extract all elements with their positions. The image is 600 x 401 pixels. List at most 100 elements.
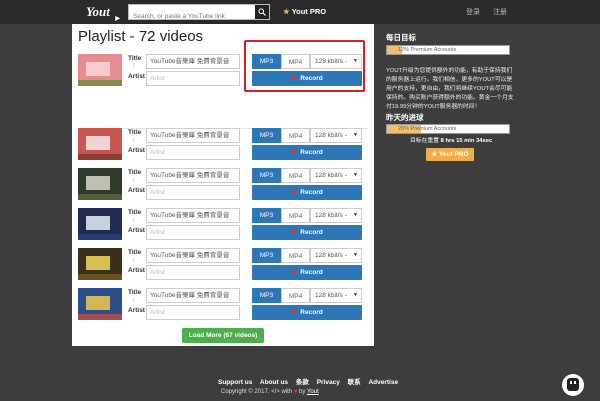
record-button[interactable]: Record (252, 305, 362, 320)
label-separator: | (133, 257, 135, 263)
register-link[interactable]: 注册 (493, 7, 507, 17)
yout-pro-link[interactable]: ★ Yout PRO (283, 7, 326, 16)
artist-input[interactable]: Artist (146, 265, 240, 280)
search-box (128, 4, 270, 24)
heart-icon: ♥ (293, 389, 298, 395)
title-input[interactable]: YouTube音樂庫 免費背景音 (146, 54, 240, 69)
mp4-format-button[interactable]: MP4 (281, 248, 310, 263)
record-button[interactable]: Record (252, 265, 362, 280)
record-dot-icon (291, 269, 297, 274)
footer-link-terms[interactable]: 条款 (296, 379, 309, 386)
footer-link-about[interactable]: About us (260, 379, 288, 386)
goal-countdown: 目标在重置 8 hrs 15 min 34sec (410, 135, 492, 144)
sidebar-pro-label: Yout PRO (438, 151, 469, 158)
mp4-format-button[interactable]: MP4 (281, 168, 310, 183)
caret-down-icon: ▼ (353, 132, 358, 138)
search-input[interactable] (129, 9, 253, 24)
title-input[interactable]: YouTube音樂庫 免費背景音 (146, 128, 240, 143)
mp4-format-button[interactable]: MP4 (281, 208, 310, 223)
search-icon (258, 8, 266, 16)
footer-links: Support us About us 条款 Privacy 联系 Advert… (218, 376, 404, 386)
footer-link-advertise[interactable]: Advertise (368, 379, 398, 386)
mp4-format-button[interactable]: MP4 (281, 288, 310, 303)
label-separator: | (133, 137, 135, 143)
logo-text: Yout (86, 4, 110, 19)
top-navbar: Yout▶ ★ Yout PRO 登录 注册 (0, 0, 600, 24)
artist-input[interactable]: Artist (146, 225, 240, 240)
caret-down-icon: ▼ (353, 252, 358, 258)
countdown-prefix: 目标在重置 (410, 138, 439, 144)
video-thumbnail[interactable] (78, 128, 122, 160)
bitrate-select[interactable]: 128 kbit/s - ▼ (310, 288, 362, 303)
artist-label: Artist (128, 73, 145, 80)
countdown-value: 8 hrs 15 min 34sec (440, 138, 493, 144)
artist-input[interactable]: Artist (146, 71, 240, 86)
video-thumbnail[interactable] (78, 288, 122, 320)
mp3-format-button[interactable]: MP3 (252, 168, 281, 183)
video-thumbnail[interactable] (78, 54, 122, 86)
title-label: Title (128, 289, 142, 296)
mp3-format-button[interactable]: MP3 (252, 248, 281, 263)
footer-link-contact[interactable]: 联系 (348, 379, 361, 386)
mp3-format-button[interactable]: MP3 (252, 128, 281, 143)
artist-label: Artist (128, 307, 145, 314)
footer-link-support[interactable]: Support us (218, 379, 252, 386)
title-input[interactable]: YouTube音樂庫 免費背景音 (146, 168, 240, 183)
playlist-title: Playlist - 72 videos (78, 28, 204, 45)
bitrate-value: 128 kbit/s - (315, 252, 347, 259)
record-label: Record (300, 309, 323, 316)
chat-face-icon (567, 378, 579, 391)
title-input[interactable]: YouTube音樂庫 免費背景音 (146, 208, 240, 223)
bitrate-value: 128 kbit/s - (315, 212, 347, 219)
title-input[interactable]: YouTube音樂庫 免費背景音 (146, 288, 240, 303)
sidebar-pro-button[interactable]: ★ Yout PRO (426, 148, 474, 161)
playlist-item: Title | Artist YouTube音樂庫 免費背景音 Artist M… (72, 288, 374, 324)
record-label: Record (300, 229, 323, 236)
bitrate-select[interactable]: 128 kbit/s - ▼ (310, 248, 362, 263)
title-label: Title (128, 209, 142, 216)
star-icon: ★ (283, 7, 290, 16)
artist-input[interactable]: Artist (146, 185, 240, 200)
video-thumbnail[interactable] (78, 168, 122, 200)
playlist-item: Title | Artist YouTube音樂庫 免費背景音 Artist M… (72, 208, 374, 244)
mp3-format-button[interactable]: MP3 (252, 208, 281, 223)
copyright-brand-link[interactable]: Yout (307, 389, 319, 395)
daily-goal-bar-text: 12% Premium Accounts (398, 47, 457, 53)
record-button[interactable]: Record (252, 185, 362, 200)
bitrate-select[interactable]: 128 kbit/s - ▼ (310, 168, 362, 183)
login-link[interactable]: 登录 (466, 7, 480, 17)
bitrate-select[interactable]: 128 kbit/s - ▼ (310, 208, 362, 223)
record-label: Record (300, 269, 323, 276)
artist-label: Artist (128, 147, 145, 154)
footer-link-privacy[interactable]: Privacy (317, 379, 340, 386)
title-input[interactable]: YouTube音樂庫 免費背景音 (146, 248, 240, 263)
artist-input[interactable]: Artist (146, 305, 240, 320)
title-label: Title (128, 55, 142, 62)
record-button[interactable]: Record (252, 225, 362, 240)
bitrate-select[interactable]: 128 kbit/s - ▼ (310, 128, 362, 143)
yout-logo[interactable]: Yout ▶ (86, 4, 120, 22)
mp4-format-button[interactable]: MP4 (281, 128, 310, 143)
video-thumbnail[interactable] (78, 248, 122, 280)
load-more-button[interactable]: Load More (67 videos) (182, 328, 264, 343)
artist-input[interactable]: Artist (146, 145, 240, 160)
record-dot-icon (291, 229, 297, 234)
label-separator: | (133, 63, 135, 69)
caret-down-icon: ▼ (353, 292, 358, 298)
video-thumbnail[interactable] (78, 208, 122, 240)
chat-widget-button[interactable] (562, 374, 584, 396)
search-button[interactable] (255, 5, 269, 19)
copyright-by: by (299, 389, 306, 395)
highlight-annotation-box (244, 40, 365, 92)
artist-label: Artist (128, 227, 145, 234)
label-separator: | (133, 177, 135, 183)
record-label: Record (300, 149, 323, 156)
title-label: Title (128, 169, 142, 176)
caret-down-icon: ▼ (353, 212, 358, 218)
daily-goal-progress: 12% Premium Accounts (386, 45, 510, 55)
yesterday-bar-text: 28% Premium Accounts (398, 126, 457, 132)
record-button[interactable]: Record (252, 145, 362, 160)
caret-down-icon: ▼ (353, 172, 358, 178)
record-dot-icon (291, 149, 297, 154)
mp3-format-button[interactable]: MP3 (252, 288, 281, 303)
